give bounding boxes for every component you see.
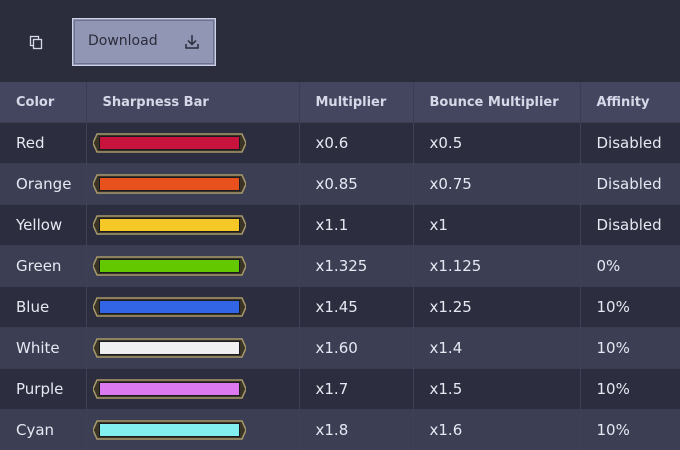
cell-sharpness-bar	[86, 246, 299, 287]
cell-bounce-multiplier: x1.125	[413, 246, 580, 287]
cell-multiplier: x1.60	[299, 328, 413, 369]
cell-color: Purple	[0, 369, 86, 410]
copy-icon	[28, 34, 44, 50]
cell-multiplier: x1.1	[299, 205, 413, 246]
sharpness-bar	[93, 297, 246, 317]
sharpness-bar	[93, 215, 246, 235]
sharpness-bar-fill	[99, 218, 240, 232]
download-icon	[183, 33, 201, 51]
cell-multiplier: x0.85	[299, 164, 413, 205]
cell-color: Yellow	[0, 205, 86, 246]
header-affinity[interactable]: Affinity	[580, 82, 680, 123]
cell-sharpness-bar	[86, 410, 299, 450]
cell-affinity: 10%	[580, 369, 680, 410]
cell-multiplier: x0.6	[299, 123, 413, 164]
cell-bounce-multiplier: x0.75	[413, 164, 580, 205]
cell-affinity: Disabled	[580, 205, 680, 246]
cell-color: Red	[0, 123, 86, 164]
table-header-row: Color Sharpness Bar Multiplier Bounce Mu…	[0, 82, 680, 123]
header-multiplier[interactable]: Multiplier	[299, 82, 413, 123]
cell-bounce-multiplier: x1.6	[413, 410, 580, 450]
table-row: Red x0.6x0.5Disabled	[0, 123, 680, 164]
cell-affinity: 0%	[580, 246, 680, 287]
sharpness-bar-fill	[99, 382, 240, 396]
cell-affinity: Disabled	[580, 164, 680, 205]
cell-color: Blue	[0, 287, 86, 328]
header-bounce-multiplier[interactable]: Bounce Multiplier	[413, 82, 580, 123]
table-row: Yellow x1.1x1Disabled	[0, 205, 680, 246]
cell-sharpness-bar	[86, 164, 299, 205]
sharpness-table: Color Sharpness Bar Multiplier Bounce Mu…	[0, 82, 680, 450]
cell-bounce-multiplier: x1.4	[413, 328, 580, 369]
download-label: Download	[88, 33, 158, 49]
cell-color: Orange	[0, 164, 86, 205]
sharpness-bar-fill	[99, 136, 240, 150]
download-button[interactable]: Download	[72, 18, 216, 66]
cell-affinity: 10%	[580, 287, 680, 328]
sharpness-bar	[93, 256, 246, 276]
cell-sharpness-bar	[86, 328, 299, 369]
sharpness-bar-fill	[99, 259, 240, 273]
cell-multiplier: x1.325	[299, 246, 413, 287]
sharpness-bar	[93, 174, 246, 194]
table-row: White x1.60x1.410%	[0, 328, 680, 369]
sharpness-bar	[93, 133, 246, 153]
cell-sharpness-bar	[86, 287, 299, 328]
cell-color: Cyan	[0, 410, 86, 450]
cell-affinity: 10%	[580, 410, 680, 450]
header-color[interactable]: Color	[0, 82, 86, 123]
sharpness-bar-fill	[99, 423, 240, 437]
sharpness-bar-fill	[99, 300, 240, 314]
table-row: Blue x1.45x1.2510%	[0, 287, 680, 328]
cell-multiplier: x1.45	[299, 287, 413, 328]
copy-button[interactable]	[24, 30, 48, 54]
cell-bounce-multiplier: x1	[413, 205, 580, 246]
cell-bounce-multiplier: x1.5	[413, 369, 580, 410]
cell-sharpness-bar	[86, 123, 299, 164]
sharpness-bar-fill	[99, 177, 240, 191]
header-sharpness-bar[interactable]: Sharpness Bar	[86, 82, 299, 123]
table-row: Green x1.325x1.1250%	[0, 246, 680, 287]
toolbar: Download	[0, 0, 680, 82]
cell-sharpness-bar	[86, 205, 299, 246]
cell-affinity: 10%	[580, 328, 680, 369]
cell-affinity: Disabled	[580, 123, 680, 164]
sharpness-bar	[93, 379, 246, 399]
table-row: Orange x0.85x0.75Disabled	[0, 164, 680, 205]
cell-sharpness-bar	[86, 369, 299, 410]
sharpness-bar	[93, 338, 246, 358]
cell-color: White	[0, 328, 86, 369]
cell-bounce-multiplier: x0.5	[413, 123, 580, 164]
sharpness-bar-fill	[99, 341, 240, 355]
cell-bounce-multiplier: x1.25	[413, 287, 580, 328]
sharpness-bar	[93, 420, 246, 440]
cell-color: Green	[0, 246, 86, 287]
table-row: Cyan x1.8x1.610%	[0, 410, 680, 450]
table-row: Purple x1.7x1.510%	[0, 369, 680, 410]
cell-multiplier: x1.7	[299, 369, 413, 410]
cell-multiplier: x1.8	[299, 410, 413, 450]
